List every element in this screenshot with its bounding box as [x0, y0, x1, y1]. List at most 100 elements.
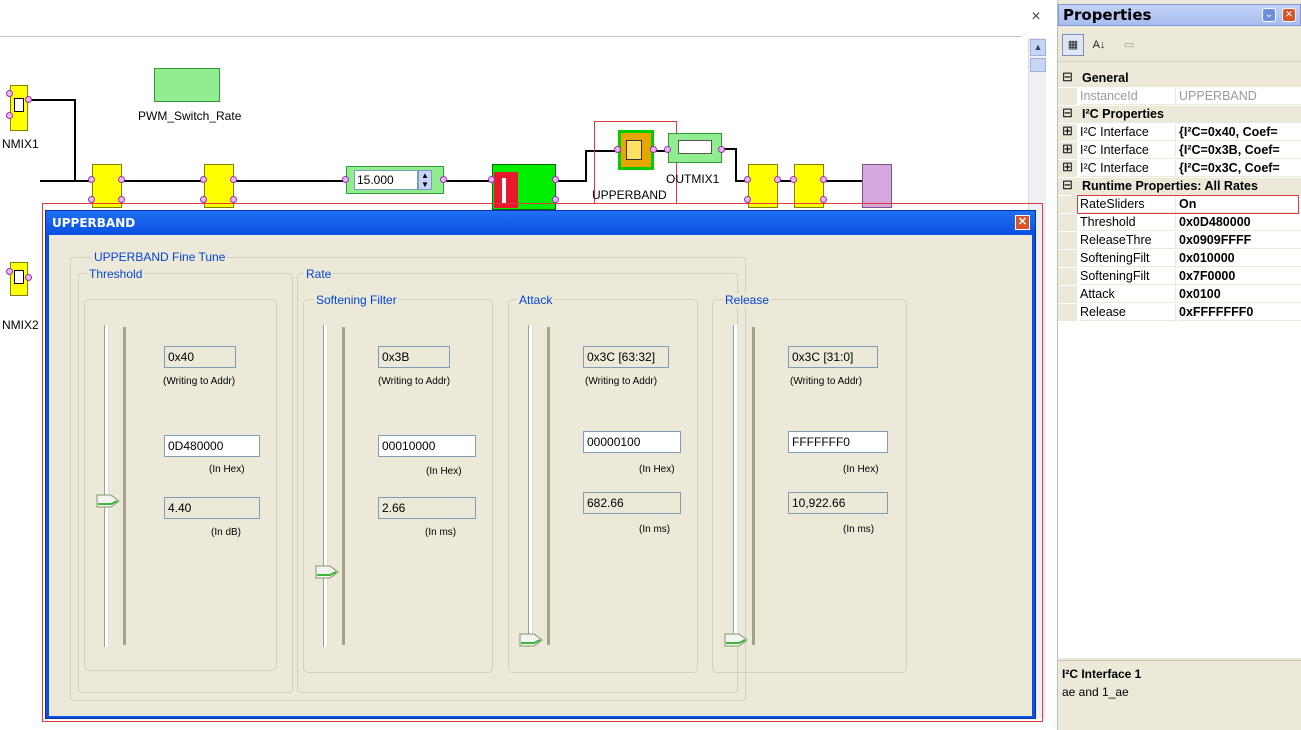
property-category-label: Runtime Properties: All Rates — [1082, 179, 1258, 193]
property-category[interactable]: ⊟ Runtime Properties: All Rates — [1058, 178, 1301, 195]
canvas-close-icon[interactable]: × — [1027, 8, 1045, 26]
softening-hex-caption: (In Hex) — [426, 466, 462, 477]
property-row[interactable]: SofteningFilt 0x010000 — [1058, 250, 1301, 267]
threshold-addr: 0x40 — [164, 346, 236, 368]
property-value[interactable]: On — [1177, 196, 1301, 213]
expand-icon[interactable]: ⊞ — [1062, 142, 1073, 155]
nmix2-icon — [14, 270, 24, 284]
threshold-hex-caption: (In Hex) — [209, 464, 245, 475]
collapse-icon[interactable]: ⊟ — [1062, 106, 1073, 119]
attack-addr-caption: (Writing to Addr) — [585, 376, 658, 387]
threshold-addr-caption: (Writing to Addr) — [163, 376, 236, 387]
property-row[interactable]: RateSliders On — [1058, 195, 1301, 214]
attack-addr: 0x3C [63:32] — [583, 346, 669, 368]
property-value[interactable]: 0x0909FFFF — [1177, 232, 1301, 249]
yellow-block-4[interactable] — [794, 164, 824, 208]
sort-alphabetical-icon[interactable]: A↓ — [1088, 34, 1110, 56]
softening-ms-caption: (In ms) — [425, 527, 457, 538]
property-pages-icon[interactable]: ▭ — [1118, 34, 1140, 56]
attack-hex-input[interactable]: 00000100 — [583, 431, 681, 453]
description-title: I²C Interface 1 — [1062, 667, 1142, 681]
softening-label: Softening Filter — [314, 293, 399, 307]
softening-hex-input[interactable]: 00010000 — [378, 435, 476, 457]
property-row[interactable]: ReleaseThre 0x0909FFFF — [1058, 232, 1301, 249]
property-category[interactable]: ⊟ I²C Properties — [1058, 106, 1301, 123]
threshold-slider-thumb[interactable] — [96, 494, 120, 508]
scroll-thumb[interactable] — [1030, 58, 1046, 72]
property-row[interactable]: Release 0xFFFFFFF0 — [1058, 304, 1301, 321]
property-value[interactable]: 0x7F0000 — [1177, 268, 1301, 285]
rate-label: Rate — [304, 267, 334, 281]
property-grid: ⊟ General InstanceId UPPERBAND ⊟ I²C Properti… — [1058, 70, 1301, 658]
dialog-title[interactable]: UPPERBAND — [46, 211, 1035, 235]
release-label: Release — [723, 293, 772, 307]
property-value[interactable]: 0xFFFFFFF0 — [1177, 304, 1301, 321]
property-row[interactable]: SofteningFilt 0x7F0000 — [1058, 268, 1301, 285]
outmix1-label: OUTMIX1 — [666, 172, 720, 186]
property-value[interactable]: 0x0100 — [1177, 286, 1301, 303]
property-value[interactable]: 0x0D480000 — [1177, 214, 1301, 231]
properties-panel: Properties ⌄ ✕ ▦ A↓ ▭ ⊟ General InstanceId… — [1057, 0, 1301, 730]
dialog-close-icon[interactable]: ✕ — [1015, 215, 1030, 230]
property-row[interactable]: Attack 0x0100 — [1058, 286, 1301, 303]
property-value[interactable]: {I²C=0x3C, Coef= — [1177, 160, 1301, 177]
threshold-hex-input[interactable]: 0D480000 — [164, 435, 260, 457]
property-row[interactable]: ⊞ I²C Interface {I²C=0x3B, Coef= — [1058, 142, 1301, 159]
output-block[interactable] — [862, 164, 892, 208]
fine-tune-label: UPPERBAND Fine Tune — [92, 250, 228, 264]
pwm-switch-rate-block[interactable] — [154, 68, 220, 102]
nmix1-icon — [14, 98, 24, 112]
mixer-icon — [678, 140, 712, 154]
scroll-up-icon[interactable]: ▲ — [1030, 39, 1046, 56]
property-name: ReleaseThre — [1080, 232, 1176, 249]
properties-title: Properties — [1063, 6, 1152, 24]
property-name: Attack — [1080, 286, 1176, 303]
description-pane: I²C Interface 1 ae and 1_ae — [1058, 660, 1301, 730]
dropdown-icon[interactable]: ⌄ — [1262, 8, 1276, 22]
yellow-block-1[interactable] — [92, 164, 122, 208]
upperband-label: UPPERBAND — [592, 188, 667, 202]
pwm-switch-rate-label: PWM_Switch_Rate — [138, 109, 242, 123]
property-category[interactable]: ⊟ General — [1058, 70, 1301, 87]
property-value[interactable]: {I²C=0x40, Coef= — [1177, 124, 1301, 141]
yellow-block-3[interactable] — [748, 164, 778, 208]
property-value[interactable]: 0x010000 — [1177, 250, 1301, 267]
release-slider-track[interactable] — [733, 325, 737, 647]
property-name: Threshold — [1080, 214, 1176, 231]
softening-slider-thumb[interactable] — [315, 565, 339, 579]
categorized-icon[interactable]: ▦ — [1062, 34, 1084, 56]
property-row[interactable]: InstanceId UPPERBAND — [1058, 88, 1301, 105]
attack-slider-thumb[interactable] — [519, 633, 543, 647]
collapse-icon[interactable]: ⊟ — [1062, 70, 1073, 83]
release-addr: 0x3C [31:0] — [788, 346, 878, 368]
release-addr-caption: (Writing to Addr) — [790, 376, 863, 387]
release-hex-input[interactable]: FFFFFFF0 — [788, 431, 888, 453]
release-slider-thumb[interactable] — [724, 633, 748, 647]
property-row[interactable]: ⊞ I²C Interface {I²C=0x40, Coef= — [1058, 124, 1301, 141]
canvas-header-line — [0, 36, 1022, 37]
upperband-dialog: UPPERBAND ✕ UPPERBAND Fine Tune Threshol… — [45, 210, 1036, 719]
attack-label: Attack — [517, 293, 555, 307]
threshold-slider-track[interactable] — [104, 325, 108, 647]
threshold-db-caption: (In dB) — [211, 527, 242, 538]
spinner-value[interactable]: 15.000 — [354, 170, 418, 190]
expand-icon[interactable]: ⊞ — [1062, 160, 1073, 173]
attack-slider-track[interactable] — [528, 325, 532, 647]
nmix2-label: NMIX2 — [2, 318, 39, 332]
property-value[interactable]: {I²C=0x3B, Coef= — [1177, 142, 1301, 159]
collapse-icon[interactable]: ⊟ — [1062, 178, 1073, 191]
softening-addr-caption: (Writing to Addr) — [378, 376, 451, 387]
yellow-block-2[interactable] — [204, 164, 234, 208]
property-row[interactable]: ⊞ I²C Interface {I²C=0x3C, Coef= — [1058, 160, 1301, 177]
release-hex-caption: (In Hex) — [843, 464, 879, 475]
properties-close-icon[interactable]: ✕ — [1282, 8, 1296, 22]
softening-ms: 2.66 — [378, 497, 476, 519]
property-name: InstanceId — [1080, 88, 1176, 105]
property-value[interactable]: UPPERBAND — [1177, 88, 1301, 105]
dialog-body: UPPERBAND Fine Tune Threshold 0x40 (Writ… — [49, 235, 1032, 716]
property-name: SofteningFilt — [1080, 250, 1176, 267]
spinner-arrows-icon[interactable]: ▲ ▼ — [418, 170, 432, 190]
expand-icon[interactable]: ⊞ — [1062, 124, 1073, 137]
property-row[interactable]: Threshold 0x0D480000 — [1058, 214, 1301, 231]
softening-slider-track[interactable] — [323, 325, 327, 647]
